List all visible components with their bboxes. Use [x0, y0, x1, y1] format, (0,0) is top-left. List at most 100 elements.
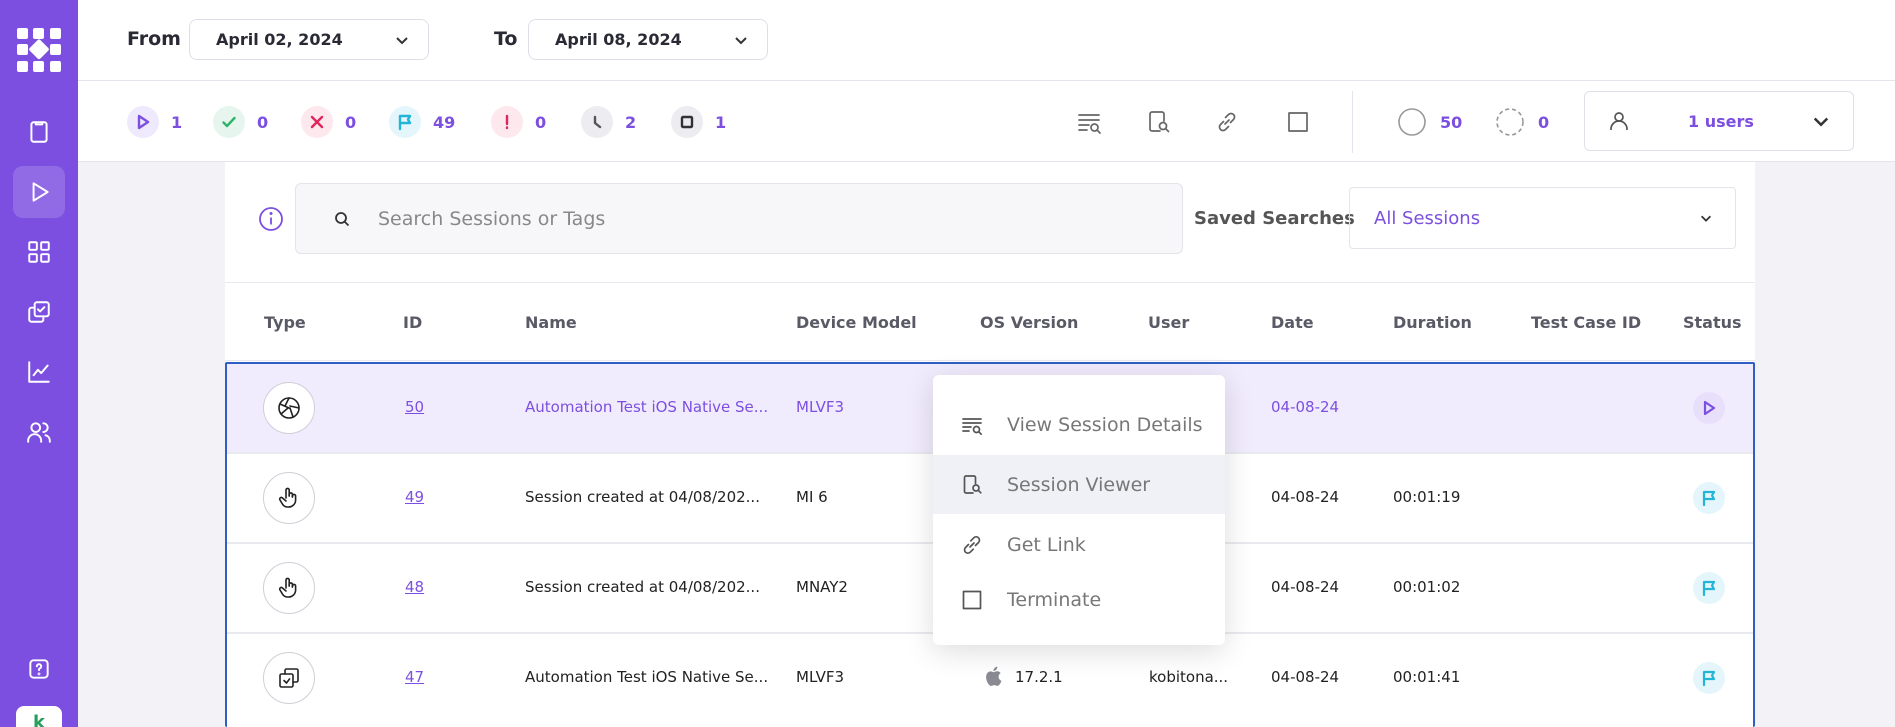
users-select[interactable]: 1 users [1584, 91, 1854, 151]
details-icon [962, 417, 983, 435]
sidebar-item-help[interactable] [13, 643, 65, 695]
clock-icon [581, 106, 613, 138]
sidebar-item-analytics[interactable] [13, 346, 65, 398]
flag-icon [389, 106, 421, 138]
saved-searches-select[interactable]: All Sessions [1349, 187, 1736, 249]
menu-item-terminate[interactable]: Terminate [933, 570, 1225, 629]
search-icon [335, 211, 350, 226]
circle-icon [1398, 108, 1426, 136]
os-version: 17.2.1 [1015, 668, 1063, 686]
session-details-tool[interactable] [1075, 108, 1103, 136]
help-icon [29, 659, 49, 679]
session-context-menu: View Session Details Session Viewer Get … [933, 375, 1225, 645]
saved-searches-label: Saved Searches [1194, 208, 1355, 229]
empty-sessions-count: 0 [1538, 112, 1550, 132]
session-name: Session created at 04/08/202... [525, 578, 760, 596]
check-icon [213, 106, 245, 138]
device-model: MI 6 [796, 488, 828, 506]
menu-item-label: Terminate [1007, 588, 1102, 611]
link-icon [1218, 112, 1236, 132]
column-header-status[interactable]: Status [1683, 313, 1742, 332]
hand-pointer-icon [263, 472, 315, 524]
exclamation-icon [491, 106, 523, 138]
sidebar-item-sessions[interactable] [13, 166, 65, 218]
account-avatar[interactable]: k [16, 706, 62, 727]
chevron-down-icon [1701, 215, 1711, 222]
menu-item-session-viewer[interactable]: Session Viewer [933, 455, 1225, 514]
session-name: Automation Test iOS Native Se... [525, 668, 769, 686]
session-id-link[interactable]: 49 [405, 488, 424, 506]
column-header-type[interactable]: Type [264, 313, 306, 332]
stat-failed[interactable]: 0 [301, 106, 356, 138]
stat-pending-count: 2 [625, 112, 637, 132]
from-date-value: April 02, 2024 [216, 30, 343, 49]
session-name: Session created at 04/08/202... [525, 488, 760, 506]
session-user: kobitona... [1149, 668, 1229, 686]
square-icon [671, 106, 703, 138]
menu-item-view-session-details[interactable]: View Session Details [933, 395, 1225, 454]
menu-item-label: Session Viewer [1007, 473, 1151, 496]
stat-running[interactable]: 1 [127, 106, 182, 138]
device-model: MNAY2 [796, 578, 848, 596]
device-viewer-icon [963, 474, 982, 494]
checklist-copy-icon [28, 301, 50, 323]
column-header-test-case-id[interactable]: Test Case ID [1531, 313, 1641, 332]
session-duration: 00:01:02 [1393, 578, 1461, 596]
sidebar-item-users[interactable] [13, 406, 65, 458]
column-header-duration[interactable]: Duration [1393, 313, 1472, 332]
column-header-user[interactable]: User [1148, 313, 1189, 332]
empty-sessions[interactable]: 0 [1494, 106, 1549, 138]
session-id-link[interactable]: 48 [405, 578, 424, 596]
hand-pointer-icon [263, 562, 315, 614]
sidebar-item-devices[interactable] [13, 106, 65, 158]
stat-error[interactable]: 0 [491, 106, 546, 138]
link-icon [963, 535, 981, 554]
session-id-link[interactable]: 50 [405, 398, 424, 416]
session-duration: 00:01:19 [1393, 488, 1461, 506]
terminate-tool[interactable] [1284, 108, 1312, 136]
apple-icon [986, 666, 1002, 686]
grid-icon [28, 241, 50, 263]
column-header-name[interactable]: Name [525, 313, 577, 332]
x-icon [301, 106, 333, 138]
get-link-tool[interactable] [1213, 108, 1241, 136]
chevron-down-icon [735, 36, 747, 44]
info-icon[interactable] [257, 205, 285, 233]
column-header-date[interactable]: Date [1271, 313, 1314, 332]
stat-passed-count: 0 [257, 112, 269, 132]
status-flag-icon [1693, 482, 1725, 514]
play-icon [127, 106, 159, 138]
stat-terminated[interactable]: 1 [671, 106, 726, 138]
session-viewer-tool[interactable] [1144, 108, 1172, 136]
stat-failed-count: 0 [345, 112, 357, 132]
play-icon [32, 182, 49, 202]
square-icon [962, 590, 982, 609]
search-box[interactable] [295, 183, 1183, 254]
session-stats-bar: 1 0 0 49 0 2 1 50 0 1 users [78, 81, 1895, 162]
stat-flagged[interactable]: 49 [389, 106, 455, 138]
users-icon [27, 422, 51, 443]
from-date-select[interactable]: April 02, 2024 [189, 19, 429, 60]
sidebar-item-apps[interactable] [13, 226, 65, 278]
saved-searches-value: All Sessions [1374, 207, 1481, 229]
search-area: Saved Searches All Sessions [225, 162, 1755, 283]
dashed-circle-icon [1496, 108, 1524, 136]
users-select-value: 1 users [1688, 111, 1754, 131]
sidebar-item-test-runs[interactable] [13, 286, 65, 338]
stat-pending[interactable]: 2 [581, 106, 636, 138]
menu-item-get-link[interactable]: Get Link [933, 515, 1225, 574]
column-header-device-model[interactable]: Device Model [796, 313, 917, 332]
to-date-value: April 08, 2024 [555, 30, 682, 49]
search-input[interactable] [378, 207, 1128, 230]
session-id-link[interactable]: 47 [405, 668, 424, 686]
session-date: 04-08-24 [1271, 398, 1340, 416]
stat-passed[interactable]: 0 [213, 106, 268, 138]
to-date-select[interactable]: April 08, 2024 [528, 19, 768, 60]
total-sessions-count: 50 [1440, 112, 1463, 132]
column-header-os-version[interactable]: OS Version [980, 313, 1078, 332]
kobiton-logo-icon[interactable] [17, 28, 61, 72]
total-sessions[interactable]: 50 [1396, 106, 1462, 138]
column-header-id[interactable]: ID [403, 313, 422, 332]
session-date: 04-08-24 [1271, 488, 1340, 506]
table-row[interactable]: 47 Automation Test iOS Native Se... MLVF… [227, 634, 1753, 722]
